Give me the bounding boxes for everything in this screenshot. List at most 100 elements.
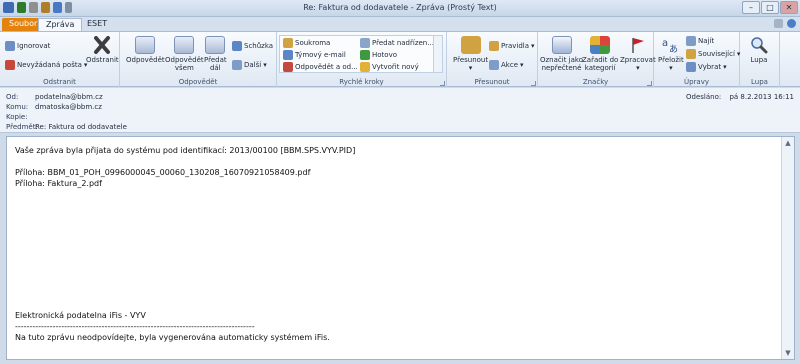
reply-all-icon bbox=[174, 36, 195, 54]
envelope-icon bbox=[551, 36, 572, 54]
delete-x-icon bbox=[94, 36, 111, 54]
qs-create-new[interactable]: Vytvořit nový bbox=[360, 61, 419, 72]
window-title: Re: Faktura od dodavatele - Zpráva (Pros… bbox=[303, 3, 497, 12]
minimize-button[interactable]: – bbox=[742, 1, 760, 14]
group-editing: a あ Přeložit ▾ Najít Související ▾ Vybra… bbox=[654, 32, 740, 87]
check-icon bbox=[360, 49, 370, 60]
from-row: Od: podatelna@bbm.cz bbox=[6, 93, 103, 103]
body-signature: Elektronická podatelna iFis - VYV bbox=[15, 311, 146, 320]
scroll-down-icon[interactable]: ▼ bbox=[784, 349, 792, 357]
find-button[interactable]: Najít bbox=[686, 35, 714, 46]
to-address[interactable]: dmatoska@bbm.cz bbox=[35, 103, 102, 113]
follow-up-button[interactable]: Zpracovat ▾ bbox=[620, 36, 656, 72]
mark-unread-button[interactable]: Označit jako nepřečtené bbox=[540, 36, 583, 72]
cc-row: Kopie: bbox=[6, 113, 28, 121]
tab-eset[interactable]: ESET bbox=[80, 18, 114, 31]
close-button[interactable]: ✕ bbox=[780, 1, 798, 14]
sent-date: Odesláno: pá 8.2.2013 16:11 bbox=[686, 93, 794, 101]
scroll-up-icon[interactable]: ▲ bbox=[784, 139, 792, 147]
binoculars-icon bbox=[686, 35, 696, 46]
vertical-scrollbar[interactable]: ▲ ▼ bbox=[781, 137, 794, 359]
ignore-icon bbox=[5, 40, 15, 51]
help-icon[interactable] bbox=[787, 19, 796, 28]
message-header: Od: podatelna@bbm.cz Komu: dmatoska@bbm.… bbox=[0, 88, 800, 133]
chevron-down-icon: ▾ bbox=[669, 64, 673, 72]
qs-done[interactable]: Hotovo bbox=[360, 49, 397, 60]
group-move: Přesunout ▾ Pravidla ▾ Akce ▾ Přesunout bbox=[447, 32, 538, 87]
message-body-text: Vaše zpráva byla přijata do systému pod … bbox=[15, 145, 765, 343]
body-notice: Na tuto zprávu neodpovídejte, byla vygen… bbox=[15, 333, 330, 342]
meeting-button[interactable]: Schůzka bbox=[232, 40, 273, 51]
more-button[interactable]: Další ▾ bbox=[232, 59, 267, 70]
flag-icon bbox=[632, 38, 644, 53]
forward-manager-icon bbox=[360, 37, 370, 48]
team-email-icon bbox=[283, 49, 293, 60]
rules-button[interactable]: Pravidla ▾ bbox=[489, 40, 535, 51]
rules-icon bbox=[489, 40, 499, 51]
reply-delete-icon bbox=[283, 61, 293, 72]
forward-icon bbox=[205, 36, 226, 54]
group-zoom: Lupa Lupa bbox=[740, 32, 780, 87]
move-button[interactable]: Přesunout ▾ bbox=[453, 36, 488, 72]
qs-reply-delete[interactable]: Odpovědět a od... bbox=[283, 61, 358, 72]
body-line-confirmation: Vaše zpráva byla přijata do systému pod … bbox=[15, 146, 356, 155]
from-address[interactable]: podatelna@bbm.cz bbox=[35, 93, 103, 103]
chevron-down-icon: ▾ bbox=[723, 62, 727, 71]
group-respond: Odpovědět Odpovědět všem Předat dál Schů… bbox=[120, 32, 277, 87]
reply-icon bbox=[135, 36, 156, 54]
categorize-button[interactable]: Zařadit do kategorií bbox=[582, 36, 618, 72]
select-icon bbox=[686, 61, 696, 72]
move-folder-icon bbox=[460, 36, 481, 54]
group-delete: Ignorovat Nevyžádaná pošta ▾ Odstranit O… bbox=[0, 32, 120, 87]
calendar-icon bbox=[232, 40, 242, 51]
more-icon bbox=[232, 59, 242, 70]
svg-text:あ: あ bbox=[669, 44, 678, 54]
chevron-down-icon: ▾ bbox=[520, 60, 524, 69]
to-row: Komu: dmatoska@bbm.cz bbox=[6, 103, 102, 113]
svg-text:a: a bbox=[662, 38, 668, 49]
reply-button[interactable]: Odpovědět bbox=[126, 36, 165, 64]
qs-private[interactable]: Soukroma bbox=[283, 37, 330, 48]
subject-row: Předmět: Re: Faktura od dodavatele bbox=[6, 123, 127, 131]
maximize-button[interactable]: □ bbox=[761, 1, 779, 14]
quick-steps-scroll[interactable] bbox=[433, 36, 442, 72]
title-bar: Re: Faktura od dodavatele - Zpráva (Pros… bbox=[0, 0, 800, 17]
ignore-button[interactable]: Ignorovat bbox=[5, 40, 50, 51]
ribbon: Ignorovat Nevyžádaná pošta ▾ Odstranit O… bbox=[0, 31, 800, 87]
magnifier-icon bbox=[751, 37, 768, 54]
delete-button[interactable]: Odstranit bbox=[86, 36, 119, 64]
reply-all-button[interactable]: Odpovědět všem bbox=[165, 36, 204, 72]
forward-button[interactable]: Předat dál bbox=[204, 36, 227, 72]
related-button[interactable]: Související ▾ bbox=[686, 48, 740, 59]
body-attachment-1: Příloha: BBM_01_POH_0996000045_00060_130… bbox=[15, 168, 311, 177]
chevron-down-icon: ▾ bbox=[263, 60, 267, 69]
actions-icon bbox=[489, 59, 499, 70]
qs-team-email[interactable]: Týmový e-mail bbox=[283, 49, 346, 60]
body-separator: ----------------------------------------… bbox=[15, 322, 255, 331]
minimize-ribbon-icon[interactable] bbox=[774, 19, 783, 28]
chevron-down-icon: ▾ bbox=[531, 41, 535, 50]
zoom-button[interactable]: Lupa bbox=[749, 36, 769, 64]
ribbon-tabs: Soubor Zpráva ESET bbox=[0, 17, 800, 31]
categories-icon bbox=[590, 36, 611, 54]
subject-text: Re: Faktura od dodavatele bbox=[35, 123, 127, 131]
quick-steps-gallery: Soukroma Týmový e-mail Odpovědět a od...… bbox=[279, 35, 443, 73]
select-button[interactable]: Vybrat ▾ bbox=[686, 61, 727, 72]
tab-message[interactable]: Zpráva bbox=[38, 18, 83, 31]
lightning-icon bbox=[360, 61, 370, 72]
translate-icon: a あ bbox=[662, 38, 678, 54]
folder-icon bbox=[283, 37, 293, 48]
actions-button[interactable]: Akce ▾ bbox=[489, 59, 524, 70]
message-body[interactable]: Vaše zpráva byla přijata do systému pod … bbox=[6, 136, 795, 360]
junk-button[interactable]: Nevyžádaná pošta ▾ bbox=[5, 59, 87, 70]
body-attachment-2: Příloha: Faktura_2.pdf bbox=[15, 179, 102, 188]
junk-icon bbox=[5, 59, 15, 70]
chevron-down-icon: ▾ bbox=[468, 64, 473, 72]
chevron-down-icon: ▾ bbox=[636, 64, 640, 72]
group-tags: Označit jako nepřečtené Zařadit do kateg… bbox=[538, 32, 656, 87]
quick-steps-launcher-icon[interactable] bbox=[440, 81, 445, 86]
move-launcher-icon[interactable] bbox=[531, 81, 536, 86]
translate-button[interactable]: a あ Přeložit ▾ bbox=[658, 36, 684, 72]
qs-to-manager[interactable]: Předat nadřízen... bbox=[360, 37, 434, 48]
tags-launcher-icon[interactable] bbox=[647, 81, 652, 86]
